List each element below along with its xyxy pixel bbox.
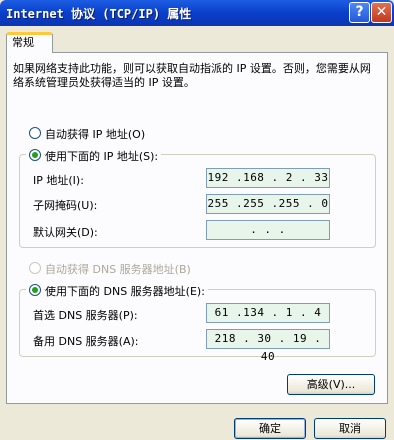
ip-auto-radio[interactable] bbox=[29, 127, 41, 139]
default-gateway-label: 默认网关(D): bbox=[33, 226, 98, 239]
subnet-mask-field[interactable]: 255 .255 .255 . 0 bbox=[206, 194, 330, 214]
description-text: 如果网络支持此功能，则可以获取自动指派的 IP 设置。否则，您需要从网络系统管理… bbox=[13, 62, 371, 89]
help-button[interactable]: ? bbox=[349, 2, 370, 23]
window-title: Internet 协议 (TCP/IP) 属性 bbox=[6, 7, 192, 21]
ip-auto-label[interactable]: 自动获得 IP 地址(O) bbox=[45, 126, 145, 142]
dns-manual-radio[interactable] bbox=[29, 284, 41, 296]
subnet-mask-label: 子网掩码(U): bbox=[33, 199, 98, 212]
dns-auto-label: 自动获得 DNS 服务器地址(B) bbox=[45, 263, 191, 276]
preferred-dns-label: 首选 DNS 服务器(P): bbox=[33, 309, 138, 322]
dns-auto-radio bbox=[29, 262, 41, 274]
preferred-dns-field[interactable]: 61 .134 . 1 . 4 bbox=[206, 303, 330, 323]
alternate-dns-label: 备用 DNS 服务器(A): bbox=[33, 335, 139, 348]
advanced-button[interactable]: 高级(V)... bbox=[287, 374, 375, 395]
title-bar: Internet 协议 (TCP/IP) 属性 ? ✕ bbox=[0, 0, 394, 26]
cancel-button[interactable]: 取消 bbox=[314, 418, 386, 439]
ok-button[interactable]: 确定 bbox=[234, 418, 306, 439]
dns-manual-label[interactable]: 使用下面的 DNS 服务器地址(E): bbox=[45, 283, 208, 299]
close-button[interactable]: ✕ bbox=[371, 2, 392, 23]
ip-manual-radio[interactable] bbox=[29, 149, 41, 161]
ip-manual-label[interactable]: 使用下面的 IP 地址(S): bbox=[45, 148, 162, 164]
ip-address-field[interactable]: 192 .168 . 2 . 33 bbox=[206, 168, 330, 188]
tab-general[interactable]: 常规 bbox=[6, 32, 53, 53]
ip-address-label: IP 地址(I): bbox=[33, 174, 84, 187]
default-gateway-field[interactable]: . . . bbox=[206, 220, 330, 240]
alternate-dns-field[interactable]: 218 . 30 . 19 . 40 bbox=[206, 329, 330, 363]
